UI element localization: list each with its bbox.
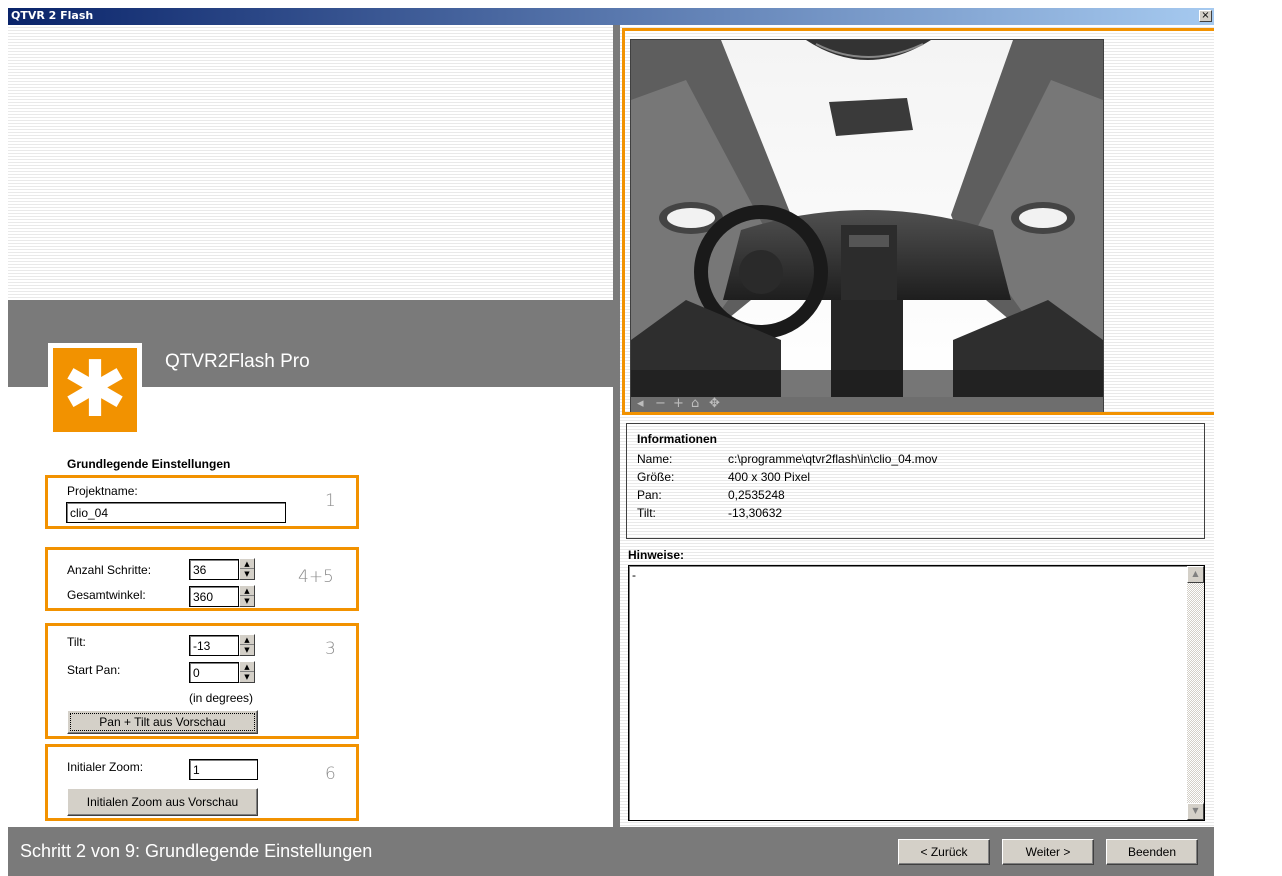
step-count-input[interactable] (189, 559, 239, 580)
triangle-down-icon[interactable]: ▼ (240, 596, 254, 606)
wizard-window: ✱ QTVR2Flash Pro Grundlegende Einstellun… (8, 25, 1214, 876)
triangle-up-icon[interactable]: ▲ (240, 586, 254, 596)
hints-textarea[interactable]: - ▲ ▼ (628, 565, 1205, 821)
app-name: QTVR2Flash Pro (165, 351, 310, 372)
tilt-label: Tilt: (67, 635, 86, 649)
project-name-label: Projektname: (67, 484, 138, 498)
start-pan-label: Start Pan: (67, 663, 121, 677)
info-title: Informationen (637, 432, 717, 446)
back-button[interactable]: < Zurück (898, 839, 990, 865)
finish-button[interactable]: Beenden (1106, 839, 1198, 865)
highlight-box-2 (622, 28, 1214, 415)
scroll-down-icon[interactable]: ▼ (1187, 803, 1204, 820)
close-icon[interactable]: × (1199, 10, 1212, 22)
hints-title: Hinweise: (628, 548, 685, 562)
triangle-up-icon[interactable]: ▲ (240, 635, 254, 645)
degrees-note: (in degrees) (189, 691, 254, 705)
info-key-name: Name: (637, 452, 673, 466)
hints-text: - (632, 568, 636, 582)
info-value-size: 400 x 300 Pixel (728, 470, 811, 484)
hints-scrollbar[interactable]: ▲ ▼ (1187, 566, 1204, 820)
total-angle-label: Gesamtwinkel: (67, 588, 146, 602)
tilt-input[interactable] (189, 635, 239, 656)
step-indicator: Schritt 2 von 9: Grundlegende Einstellun… (20, 841, 373, 861)
marker-4-5: 4+5 (298, 567, 334, 587)
next-button[interactable]: Weiter > (1002, 839, 1094, 865)
scroll-up-icon[interactable]: ▲ (1187, 566, 1204, 583)
window-titlebar: QTVR 2 Flash × (8, 8, 1214, 25)
step-count-stepper[interactable]: ▲ ▼ (239, 558, 255, 580)
info-value-tilt: -13,30632 (728, 506, 783, 520)
marker-6: 6 (325, 764, 336, 784)
project-name-input[interactable] (66, 502, 286, 523)
step-count-label: Anzahl Schritte: (67, 563, 152, 577)
start-pan-input[interactable] (189, 662, 239, 683)
section-title: Grundlegende Einstellungen (67, 457, 231, 471)
info-key-size: Größe: (637, 470, 675, 484)
info-value-name: c:\programme\qtvr2flash\in\clio_04.mov (728, 452, 938, 466)
triangle-up-icon[interactable]: ▲ (240, 662, 254, 672)
triangle-down-icon[interactable]: ▼ (240, 645, 254, 655)
tilt-stepper[interactable]: ▲ ▼ (239, 634, 255, 656)
initial-zoom-label: Initialer Zoom: (67, 760, 144, 774)
window-title: QTVR 2 Flash (11, 9, 94, 22)
pan-tilt-from-preview-button[interactable]: Pan + Tilt aus Vorschau (67, 710, 258, 734)
initial-zoom-input[interactable] (189, 759, 258, 780)
triangle-up-icon[interactable]: ▲ (240, 559, 254, 569)
info-key-tilt: Tilt: (637, 506, 656, 520)
marker-3: 3 (325, 639, 336, 659)
zoom-from-preview-button[interactable]: Initialen Zoom aus Vorschau (67, 788, 258, 816)
start-pan-stepper[interactable]: ▲ ▼ (239, 661, 255, 683)
app-logo: ✱ (48, 343, 142, 437)
triangle-down-icon[interactable]: ▼ (240, 672, 254, 682)
triangle-down-icon[interactable]: ▼ (240, 569, 254, 579)
total-angle-input[interactable] (189, 586, 239, 607)
total-angle-stepper[interactable]: ▲ ▼ (239, 585, 255, 607)
panel-divider (613, 25, 620, 827)
marker-1: 1 (325, 491, 336, 511)
asterisk-star-icon: ✱ (62, 345, 128, 435)
info-key-pan: Pan: (637, 488, 662, 502)
left-header-pattern (8, 25, 613, 300)
info-panel: Informationen Name: c:\programme\qtvr2fl… (626, 423, 1205, 539)
info-value-pan: 0,2535248 (728, 488, 785, 502)
